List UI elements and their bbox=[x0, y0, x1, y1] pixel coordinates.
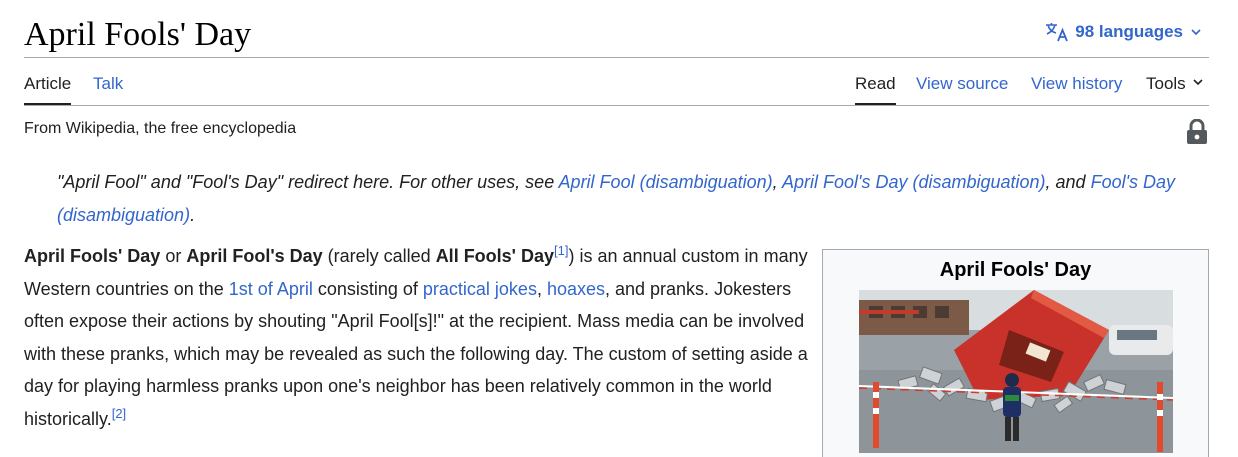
hatnote: "April Fool" and "Fool's Day" redirect h… bbox=[57, 166, 1207, 232]
tab-view-source[interactable]: View source bbox=[916, 73, 1008, 103]
tab-article[interactable]: Article bbox=[24, 73, 72, 105]
translate-icon bbox=[1045, 22, 1069, 42]
hatnote-text: . bbox=[190, 205, 196, 225]
languages-button[interactable]: 98 languages bbox=[1045, 22, 1203, 42]
body-text: or bbox=[160, 246, 187, 266]
bold-term: All Fools' Day bbox=[435, 246, 554, 266]
tools-label: Tools bbox=[1146, 74, 1186, 93]
body-text: (rarely called bbox=[322, 246, 436, 266]
chevron-down-icon bbox=[1191, 73, 1205, 95]
hatnote-link-april-fool[interactable]: April Fool (disambiguation) bbox=[559, 172, 773, 192]
link-1st-of-april[interactable]: 1st of April bbox=[229, 279, 313, 299]
tab-view-history[interactable]: View history bbox=[1031, 73, 1122, 103]
infobox: April Fools' Day bbox=[822, 249, 1209, 457]
hatnote-text: "April Fool" and "Fool's Day" redirect h… bbox=[57, 172, 559, 192]
reference-link[interactable]: [2] bbox=[112, 406, 126, 421]
site-tagline: From Wikipedia, the free encyclopedia bbox=[24, 120, 297, 137]
languages-label: 98 languages bbox=[1075, 22, 1183, 41]
hatnote-text: , and bbox=[1045, 172, 1091, 192]
tools-menu[interactable]: Tools bbox=[1146, 73, 1205, 103]
link-hoaxes[interactable]: hoaxes bbox=[547, 279, 605, 299]
hatnote-text: , bbox=[772, 172, 782, 192]
page-tabs: Article Talk Read View source View histo… bbox=[24, 59, 1209, 106]
tab-read[interactable]: Read bbox=[855, 73, 896, 105]
body-text: , and pranks. Jokesters often expose the… bbox=[24, 278, 808, 429]
body-text: , bbox=[536, 278, 547, 299]
infobox-title: April Fools' Day bbox=[939, 259, 1092, 281]
lock-icon[interactable] bbox=[1186, 118, 1208, 150]
lead-paragraph: April Fools' Day or April Fool's Day (ra… bbox=[24, 240, 809, 435]
title-bar: April Fools' Day 98 languages bbox=[24, 14, 1209, 58]
body-text: consisting of bbox=[312, 278, 423, 299]
bold-term: April Fools' Day bbox=[24, 246, 161, 266]
hatnote-link-april-fools-day[interactable]: April Fool's Day (disambiguation) bbox=[782, 172, 1046, 192]
tab-talk[interactable]: Talk bbox=[93, 73, 123, 103]
link-practical-jokes[interactable]: practical jokes bbox=[423, 279, 537, 299]
chevron-down-icon bbox=[1189, 25, 1203, 39]
reference-link[interactable]: [1] bbox=[554, 243, 568, 258]
infobox-image[interactable] bbox=[859, 290, 1173, 453]
bold-term: April Fool's Day bbox=[186, 246, 323, 266]
page-title: April Fools' Day bbox=[24, 16, 252, 53]
